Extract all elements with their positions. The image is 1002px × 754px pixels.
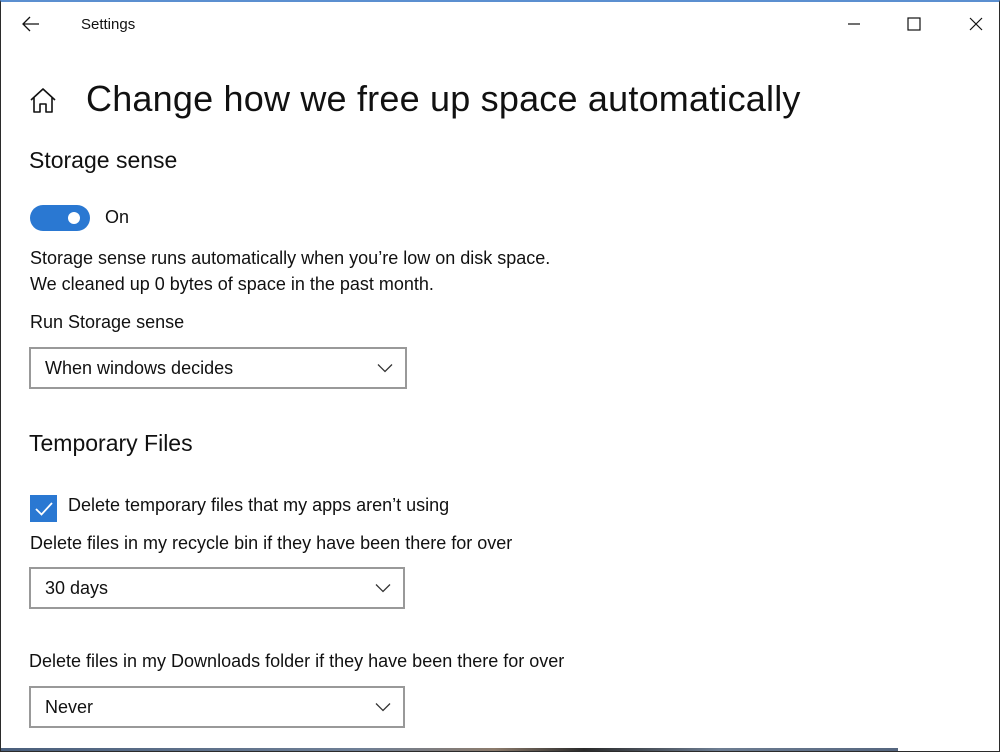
chevron-down-icon — [375, 703, 391, 712]
run-storage-sense-dropdown[interactable]: When windows decides — [29, 347, 407, 389]
storage-sense-toggle[interactable] — [30, 205, 90, 231]
home-icon — [30, 88, 56, 113]
back-arrow-icon — [22, 16, 39, 32]
dropdown-value: Never — [45, 696, 94, 717]
toggle-knob — [68, 212, 80, 224]
maximize-icon — [907, 17, 921, 31]
temporary-files-heading: Temporary Files — [29, 430, 193, 456]
downloads-folder-label: Delete files in my Downloads folder if t… — [29, 651, 565, 671]
storage-sense-description: Storage sense runs automatically when yo… — [30, 248, 551, 268]
close-button[interactable] — [953, 6, 999, 42]
dropdown-value: When windows decides — [45, 357, 234, 378]
storage-sense-heading: Storage sense — [29, 147, 178, 173]
back-button[interactable] — [15, 8, 47, 40]
delete-temp-files-checkbox[interactable] — [30, 495, 57, 522]
chevron-down-icon — [377, 364, 393, 373]
settings-window: Settings Change how we free up space aut… — [0, 0, 1000, 752]
recycle-bin-label: Delete files in my recycle bin if they h… — [30, 533, 513, 553]
page-title: Change how we free up space automaticall… — [86, 78, 801, 119]
maximize-button[interactable] — [891, 6, 937, 42]
downloads-folder-dropdown[interactable]: Never — [29, 686, 405, 728]
delete-temp-files-label[interactable]: Delete temporary files that my apps aren… — [68, 495, 449, 516]
minimize-button[interactable] — [831, 6, 877, 42]
title-bar: Settings — [1, 2, 999, 48]
toggle-state-label: On — [105, 207, 130, 227]
taskbar-edge — [1, 748, 898, 751]
minimize-icon — [848, 23, 860, 25]
dropdown-value: 30 days — [45, 577, 109, 598]
cleaned-up-summary: We cleaned up 0 bytes of space in the pa… — [30, 274, 434, 294]
checkmark-icon — [34, 501, 53, 516]
close-icon — [969, 17, 983, 31]
home-button[interactable] — [29, 86, 57, 116]
run-storage-sense-label: Run Storage sense — [30, 312, 185, 332]
chevron-down-icon — [375, 584, 391, 593]
app-title: Settings — [81, 16, 136, 33]
recycle-bin-dropdown[interactable]: 30 days — [29, 567, 405, 609]
